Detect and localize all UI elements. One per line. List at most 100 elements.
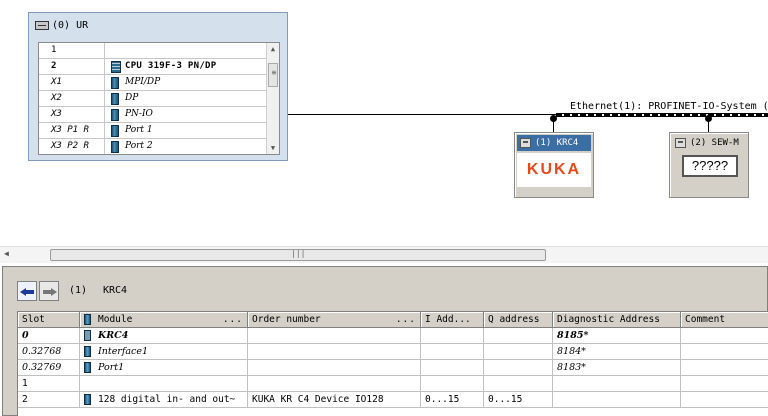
rack-row[interactable]: X3 PN-IO xyxy=(39,107,267,123)
profinet-bus-line[interactable] xyxy=(556,113,768,117)
bus-connection xyxy=(705,115,712,132)
cell-slot: 1 xyxy=(18,376,80,392)
cell-order-number: KUKA KR C4 Device IO128 xyxy=(248,392,421,408)
cell-comment xyxy=(681,344,768,360)
cell-order-number xyxy=(248,328,421,344)
cell-module: 128 digital in- and out~ xyxy=(98,394,236,405)
cell-slot: 0.32769 xyxy=(18,360,80,376)
column-header-order-label: Order number xyxy=(252,314,321,325)
forward-button[interactable] xyxy=(39,281,59,301)
device-sew-status: ????? xyxy=(682,155,738,177)
cell-i-address xyxy=(421,376,484,392)
table-row[interactable]: 2 128 digital in- and out~ KUKA KR C4 De… xyxy=(18,392,768,408)
cell-order-number xyxy=(248,360,421,376)
table-header: Slot Module ... Order number ... I Add..… xyxy=(18,312,768,328)
rack-scroll-thumb[interactable] xyxy=(268,63,279,87)
column-header-diagnostic-address[interactable]: Diagnostic Address xyxy=(553,312,681,328)
column-header-slot-label: Slot xyxy=(22,314,45,325)
device-krc4[interactable]: (1) KRC4 KUKA xyxy=(514,132,594,198)
module-table: Slot Module ... Order number ... I Add..… xyxy=(17,311,768,416)
scroll-up-icon[interactable]: ▲ xyxy=(267,43,279,55)
detail-view: (1) KRC4 Slot Module ... Order number ..… xyxy=(2,266,768,416)
rack-module-cell: MPI/DP xyxy=(107,75,267,91)
cell-module: KRC4 xyxy=(98,330,129,341)
device-sew-header: (2) SEW-M xyxy=(672,135,746,151)
rack-row[interactable]: X2 DP xyxy=(39,91,267,107)
cell-module-wrap: 128 digital in- and out~ xyxy=(80,392,248,408)
rack-module: Port 2 xyxy=(125,141,153,151)
station-view: (0) UR 1 2 CPU 319F-3 PN/DP X1 MPI/DP X2… xyxy=(0,0,768,246)
rack-table: 1 2 CPU 319F-3 PN/DP X1 MPI/DP X2 DP X3 … xyxy=(38,42,280,155)
column-header-dots: ... xyxy=(395,314,416,325)
cell-diagnostic-address: 8184* xyxy=(553,344,681,360)
column-header-module[interactable]: Module ... xyxy=(80,312,248,328)
column-header-dots: ... xyxy=(222,314,243,325)
cell-order-number xyxy=(248,344,421,360)
cell-q-address xyxy=(484,328,553,344)
module-icon xyxy=(84,314,91,325)
cell-comment xyxy=(681,360,768,376)
table-row[interactable]: 1 xyxy=(18,376,768,392)
rack-vertical-scrollbar[interactable]: ▲ ▼ xyxy=(266,43,279,154)
column-header-order-number[interactable]: Order number ... xyxy=(248,312,421,328)
selected-device-name: KRC4 xyxy=(103,285,128,296)
scroll-left-icon[interactable]: ◀ xyxy=(4,249,9,258)
rack-row[interactable]: 1 xyxy=(39,43,267,59)
rack-module xyxy=(107,43,267,59)
cpu-network-link xyxy=(288,114,558,115)
cell-slot: 0 xyxy=(18,328,80,344)
rack-row[interactable]: X3 P1 R Port 1 xyxy=(39,123,267,139)
column-header-comment[interactable]: Comment xyxy=(681,312,768,328)
column-header-slot[interactable]: Slot xyxy=(18,312,80,328)
cell-order-number xyxy=(248,376,421,392)
station-scroll-thumb[interactable] xyxy=(50,249,546,261)
rack-module-cell: DP xyxy=(107,91,267,107)
column-header-q-address[interactable]: Q address xyxy=(484,312,553,328)
rack-module: PN-IO xyxy=(125,109,153,119)
table-row[interactable]: 0.32769 Port1 8183* xyxy=(18,360,768,376)
rack-module: Port 1 xyxy=(125,125,153,135)
scroll-down-icon[interactable]: ▼ xyxy=(267,142,279,154)
module-icon xyxy=(111,93,119,105)
cpu-module-icon xyxy=(111,61,121,73)
module-icon xyxy=(84,362,91,373)
rack-row[interactable]: X3 P2 R Port 2 xyxy=(39,139,267,154)
table-row[interactable]: 0.32768 Interface1 8184* xyxy=(18,344,768,360)
rack-slot: X3 xyxy=(39,107,105,123)
cell-comment xyxy=(681,392,768,408)
module-icon xyxy=(111,125,119,137)
kuka-logo: KUKA xyxy=(517,153,591,187)
cell-q-address xyxy=(484,376,553,392)
rack-module-cell: Port 2 xyxy=(107,139,267,154)
cell-diagnostic-address xyxy=(553,392,681,408)
device-icon xyxy=(675,138,686,148)
column-header-module-label: Module xyxy=(98,314,133,325)
device-krc4-header: (1) KRC4 xyxy=(517,135,591,151)
rack-slot: X1 xyxy=(39,75,105,91)
column-header-diag-label: Diagnostic Address xyxy=(557,314,660,325)
rack-slot: X2 xyxy=(39,91,105,107)
selected-device-index: (1) xyxy=(69,285,88,296)
cell-slot: 0.32768 xyxy=(18,344,80,360)
device-sew[interactable]: (2) SEW-M ????? xyxy=(669,132,749,198)
device-krc4-label: (1) KRC4 xyxy=(535,138,579,148)
column-header-i-address[interactable]: I Add... xyxy=(421,312,484,328)
rack-window[interactable]: (0) UR 1 2 CPU 319F-3 PN/DP X1 MPI/DP X2… xyxy=(28,12,288,161)
rack-row[interactable]: 2 CPU 319F-3 PN/DP xyxy=(39,59,267,75)
table-row[interactable]: 0 KRC4 8185* xyxy=(18,328,768,344)
device-sew-label: (2) SEW-M xyxy=(690,138,739,148)
cell-diagnostic-address xyxy=(553,376,681,392)
cell-i-address xyxy=(421,360,484,376)
cell-i-address: 0...15 xyxy=(421,392,484,408)
robot-icon xyxy=(84,330,91,341)
station-horizontal-scrollbar[interactable]: ◀ xyxy=(0,246,768,263)
module-icon xyxy=(84,346,91,357)
rack-slot: X3 P1 R xyxy=(39,123,105,139)
cell-module-wrap: Interface1 xyxy=(80,344,248,360)
cell-i-address xyxy=(421,344,484,360)
arrow-left-icon xyxy=(20,288,34,296)
rack-row[interactable]: X1 MPI/DP xyxy=(39,75,267,91)
cell-module: Port1 xyxy=(98,362,125,373)
cell-diagnostic-address: 8185* xyxy=(553,328,681,344)
back-button[interactable] xyxy=(17,281,37,301)
